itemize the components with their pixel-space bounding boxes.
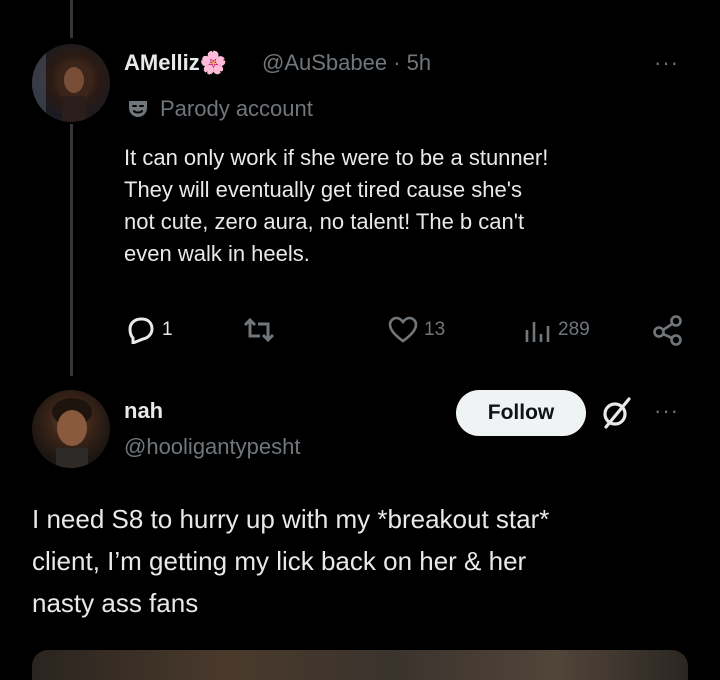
handle-and-time[interactable]: @AuSbabee · 5h (262, 50, 431, 76)
parody-mask-icon (129, 101, 147, 117)
media-preview[interactable] (32, 650, 688, 680)
reply-button[interactable]: 1 (126, 316, 173, 344)
share-icon (653, 315, 682, 346)
thread-line (70, 124, 73, 376)
views-icon (525, 322, 550, 342)
parody-badge: Parody account (126, 96, 313, 122)
tweet-text: It can only work if she were to be a stu… (124, 145, 549, 266)
thread-line (70, 0, 73, 38)
follow-button[interactable]: Follow (456, 390, 586, 436)
views-button[interactable]: 289 (522, 316, 590, 344)
tweet-text: I need S8 to hurry up with my *breakout … (32, 504, 550, 618)
like-count: 13 (424, 319, 446, 340)
retweet-icon (243, 317, 275, 343)
user-handle[interactable]: @AuSbabee (262, 50, 387, 75)
avatar[interactable] (32, 390, 110, 468)
view-count: 289 (558, 319, 590, 340)
separator: · (393, 50, 401, 75)
more-icon[interactable]: ··· (654, 398, 679, 424)
grok-icon[interactable] (598, 395, 634, 436)
display-name[interactable]: AMelliz🌸 (124, 50, 227, 76)
timestamp[interactable]: 5h (407, 50, 431, 75)
flower-emoji-icon: 🌸 (199, 50, 228, 75)
user-handle[interactable]: @hooligantypesht (124, 434, 300, 460)
parody-label: Parody account (160, 96, 313, 121)
avatar[interactable] (32, 44, 110, 122)
like-icon (388, 316, 418, 343)
retweet-button[interactable] (242, 316, 276, 344)
like-button[interactable]: 13 (388, 316, 445, 344)
display-name-text[interactable]: AMelliz (124, 50, 200, 75)
reply-count: 1 (162, 319, 173, 340)
share-button[interactable] (652, 314, 684, 346)
display-name[interactable]: nah (124, 398, 163, 424)
reply-icon (128, 317, 154, 344)
more-icon[interactable]: ··· (654, 50, 679, 76)
